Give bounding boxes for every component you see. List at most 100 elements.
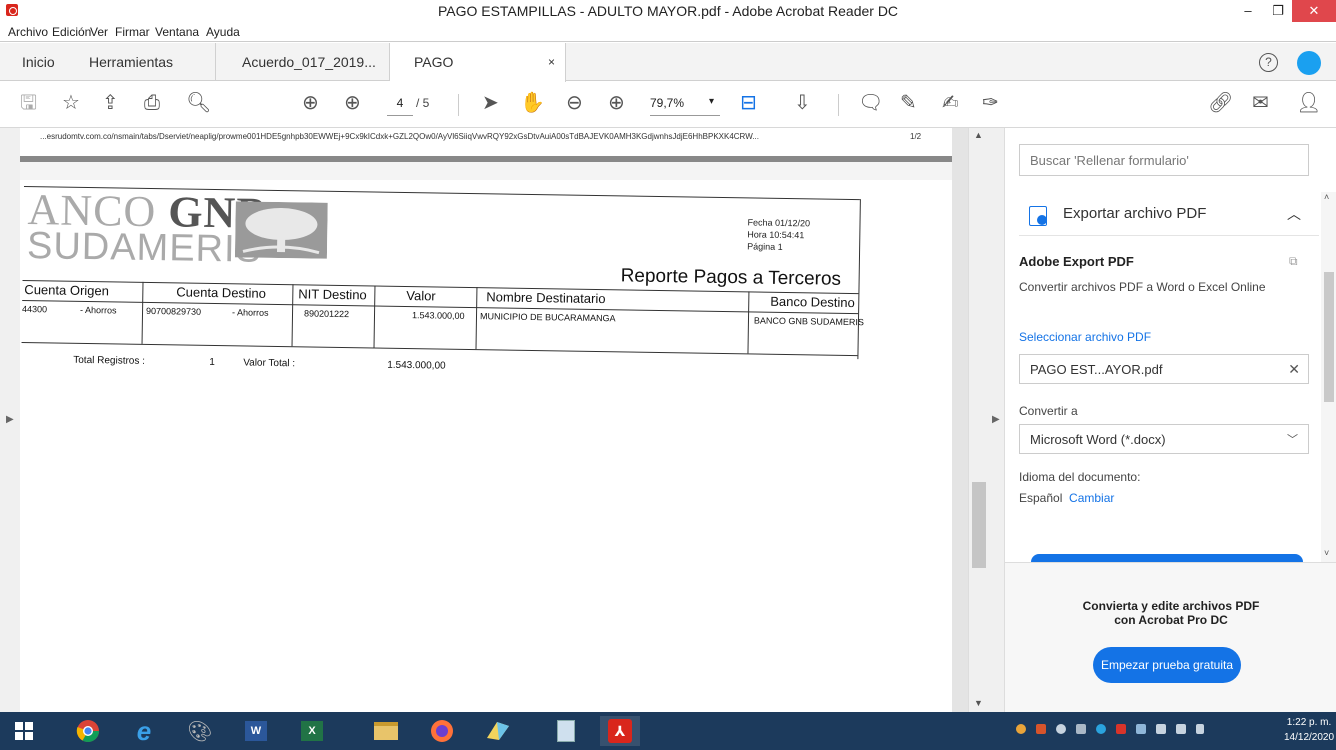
scroll-down-icon[interactable]: ▼ bbox=[974, 698, 983, 708]
page-marker: 1/2 bbox=[910, 132, 922, 141]
scroll-mode-icon[interactable]: ⇩ bbox=[794, 92, 811, 114]
excel-icon: X bbox=[301, 721, 323, 741]
document-viewer[interactable]: ▶ ...esrudomtv.com.co/nsmain/tabs/Dservi… bbox=[0, 128, 1004, 712]
right-pane-toggle[interactable]: ▶ bbox=[988, 128, 1004, 712]
profile-avatar[interactable] bbox=[1297, 51, 1321, 75]
zoom-out-icon[interactable]: ⊖ bbox=[566, 92, 583, 114]
explorer-taskbar-icon[interactable] bbox=[366, 716, 406, 746]
tab-document-pago[interactable]: PAGO ESTAMPILLA... × bbox=[390, 43, 566, 108]
minimize-button[interactable]: – bbox=[1232, 0, 1264, 22]
volume-icon[interactable] bbox=[1056, 724, 1066, 734]
acrobat-taskbar-icon[interactable]: ⅄ bbox=[600, 716, 640, 746]
help-icon[interactable]: ? bbox=[1259, 53, 1278, 72]
tray-icon-5[interactable] bbox=[1096, 724, 1106, 734]
collapse-right-pane-icon[interactable]: ▶ bbox=[992, 414, 1000, 425]
fill-sign-icon[interactable]: ✑ bbox=[982, 92, 999, 114]
header-cuenta-origen: Cuenta Origen bbox=[24, 282, 110, 299]
menu-ventana[interactable]: Ventana bbox=[155, 25, 199, 39]
calculator-taskbar-icon[interactable] bbox=[546, 716, 586, 746]
select-cursor-icon[interactable]: ➤ bbox=[482, 92, 499, 114]
tab-document-acuerdo[interactable]: Acuerdo_017_2019... bbox=[215, 43, 390, 81]
menu-firmar[interactable]: Firmar bbox=[115, 25, 150, 39]
tools-panel: Buscar 'Rellenar formulario' ˄ ˅ Exporta… bbox=[1004, 128, 1336, 712]
select-pdf-link[interactable]: Seleccionar archivo PDF bbox=[1019, 330, 1151, 344]
menu-archivo[interactable]: Archivo bbox=[8, 25, 48, 39]
flag-icon[interactable] bbox=[1156, 724, 1166, 734]
tray-icon-1[interactable] bbox=[1016, 724, 1026, 734]
app-taskbar-icon[interactable] bbox=[478, 716, 518, 746]
export-pdf-icon bbox=[1029, 206, 1047, 226]
bookmark-star-icon[interactable]: ☆ bbox=[62, 92, 80, 114]
promo-text: Convierta y edite archivos PDF con Acrob… bbox=[1005, 599, 1336, 627]
start-button[interactable] bbox=[4, 716, 44, 746]
previous-page-icon[interactable]: ⊕ bbox=[302, 92, 319, 114]
close-button[interactable]: ✕ bbox=[1292, 0, 1336, 22]
tray-icon-6[interactable] bbox=[1116, 724, 1126, 734]
cell-destino: 90700829730 bbox=[145, 305, 202, 317]
scroll-up-icon[interactable]: ▲ bbox=[974, 130, 983, 140]
menu-ver[interactable]: Ver bbox=[90, 25, 108, 39]
table-column-line bbox=[141, 281, 144, 344]
selected-file-field[interactable]: PAGO EST...AYOR.pdf ✕ bbox=[1019, 354, 1309, 384]
chevron-down-icon: ▾ bbox=[708, 96, 714, 107]
scrollbar-thumb[interactable] bbox=[972, 482, 986, 568]
chrome-icon bbox=[76, 720, 99, 742]
panel-scroll-up-icon[interactable]: ˄ bbox=[1324, 192, 1329, 202]
export-info-icon: ⧉ bbox=[1289, 254, 1298, 268]
ie-taskbar-icon[interactable]: e bbox=[124, 716, 164, 746]
free-trial-button[interactable]: Empezar prueba gratuita bbox=[1093, 647, 1241, 683]
tray-icon-4[interactable] bbox=[1076, 724, 1086, 734]
word-taskbar-icon[interactable]: W bbox=[236, 716, 276, 746]
document-scrollbar[interactable]: ▲ ▼ bbox=[968, 128, 988, 712]
tray-icon-7[interactable] bbox=[1136, 724, 1146, 734]
menu-ayuda[interactable]: Ayuda bbox=[206, 25, 240, 39]
firefox-taskbar-icon[interactable] bbox=[422, 716, 462, 746]
chevron-up-icon[interactable]: ︿ bbox=[1287, 204, 1301, 224]
panel-scrollbar[interactable]: ˄ ˅ bbox=[1321, 192, 1336, 562]
hand-tool-icon[interactable]: ✋ bbox=[520, 92, 545, 114]
page-number-input[interactable]: 4 bbox=[387, 96, 413, 116]
tab-tools[interactable]: Herramientas bbox=[75, 43, 187, 81]
windows-taskbar: e 🎨︎ W X ⅄ 1:22 p. m. 14/12/2020 bbox=[0, 712, 1336, 750]
adobe-export-pdf-label: Adobe Export PDF bbox=[1019, 254, 1134, 269]
share-link-icon[interactable]: 🔗︎ bbox=[1208, 92, 1233, 114]
paint-taskbar-icon[interactable]: 🎨︎ bbox=[180, 716, 220, 746]
language-value: Español Cambiar bbox=[1019, 491, 1114, 505]
tab-home[interactable]: Inicio bbox=[8, 43, 69, 81]
left-nav-pane-toggle[interactable]: ▶ bbox=[0, 128, 20, 712]
promo-line-1: Convierta y edite archivos PDF bbox=[1082, 599, 1260, 613]
sign-icon[interactable]: ✍ bbox=[942, 92, 959, 114]
zoom-in-icon[interactable]: ⊕ bbox=[608, 92, 625, 114]
upload-cloud-icon[interactable]: ⇪ bbox=[102, 92, 119, 114]
format-select[interactable]: Microsoft Word (*.docx) ﹀ bbox=[1019, 424, 1309, 454]
next-page-icon[interactable]: ⊕ bbox=[344, 92, 361, 114]
menu-edicion[interactable]: Edición bbox=[52, 25, 91, 39]
fit-page-icon[interactable]: ⊟ bbox=[740, 92, 757, 114]
zoom-level-select[interactable]: 79,7% ▾ bbox=[650, 96, 720, 116]
network-icon[interactable] bbox=[1176, 724, 1186, 734]
header-nombre-destinatario: Nombre Destinatario bbox=[486, 289, 606, 307]
tray-icon-2[interactable] bbox=[1036, 724, 1046, 734]
header-nit-destino: NIT Destino bbox=[298, 286, 367, 303]
search-zoom-icon[interactable]: 🔍︎ bbox=[186, 92, 211, 114]
highlight-pen-icon[interactable]: ✎ bbox=[900, 92, 917, 114]
panel-scroll-down-icon[interactable]: ˅ bbox=[1324, 548, 1329, 558]
expand-left-pane-icon[interactable]: ▶ bbox=[6, 414, 14, 425]
save-icon[interactable]: 🖫 bbox=[20, 92, 37, 114]
panel-scrollbar-thumb[interactable] bbox=[1324, 272, 1334, 402]
comment-icon[interactable]: 🗨 bbox=[858, 92, 883, 114]
convert-button[interactable] bbox=[1031, 554, 1303, 562]
excel-taskbar-icon[interactable]: X bbox=[292, 716, 332, 746]
change-language-link[interactable]: Cambiar bbox=[1069, 491, 1114, 505]
add-user-icon[interactable]: 👤︎ bbox=[1296, 92, 1321, 114]
maximize-button[interactable]: ❐ bbox=[1264, 0, 1292, 22]
close-tab-icon[interactable]: × bbox=[548, 43, 555, 81]
email-icon[interactable]: ✉ bbox=[1252, 92, 1269, 114]
system-clock[interactable]: 1:22 p. m. 14/12/2020 bbox=[1284, 715, 1334, 745]
clear-file-icon[interactable]: ✕ bbox=[1288, 361, 1300, 378]
search-input[interactable]: Buscar 'Rellenar formulario' bbox=[1019, 144, 1309, 176]
export-pdf-header[interactable]: Exportar archivo PDF ︿ bbox=[1019, 192, 1319, 236]
chrome-taskbar-icon[interactable] bbox=[68, 716, 108, 746]
print-icon[interactable]: ⎙ bbox=[144, 92, 160, 114]
battery-icon[interactable] bbox=[1196, 724, 1204, 734]
